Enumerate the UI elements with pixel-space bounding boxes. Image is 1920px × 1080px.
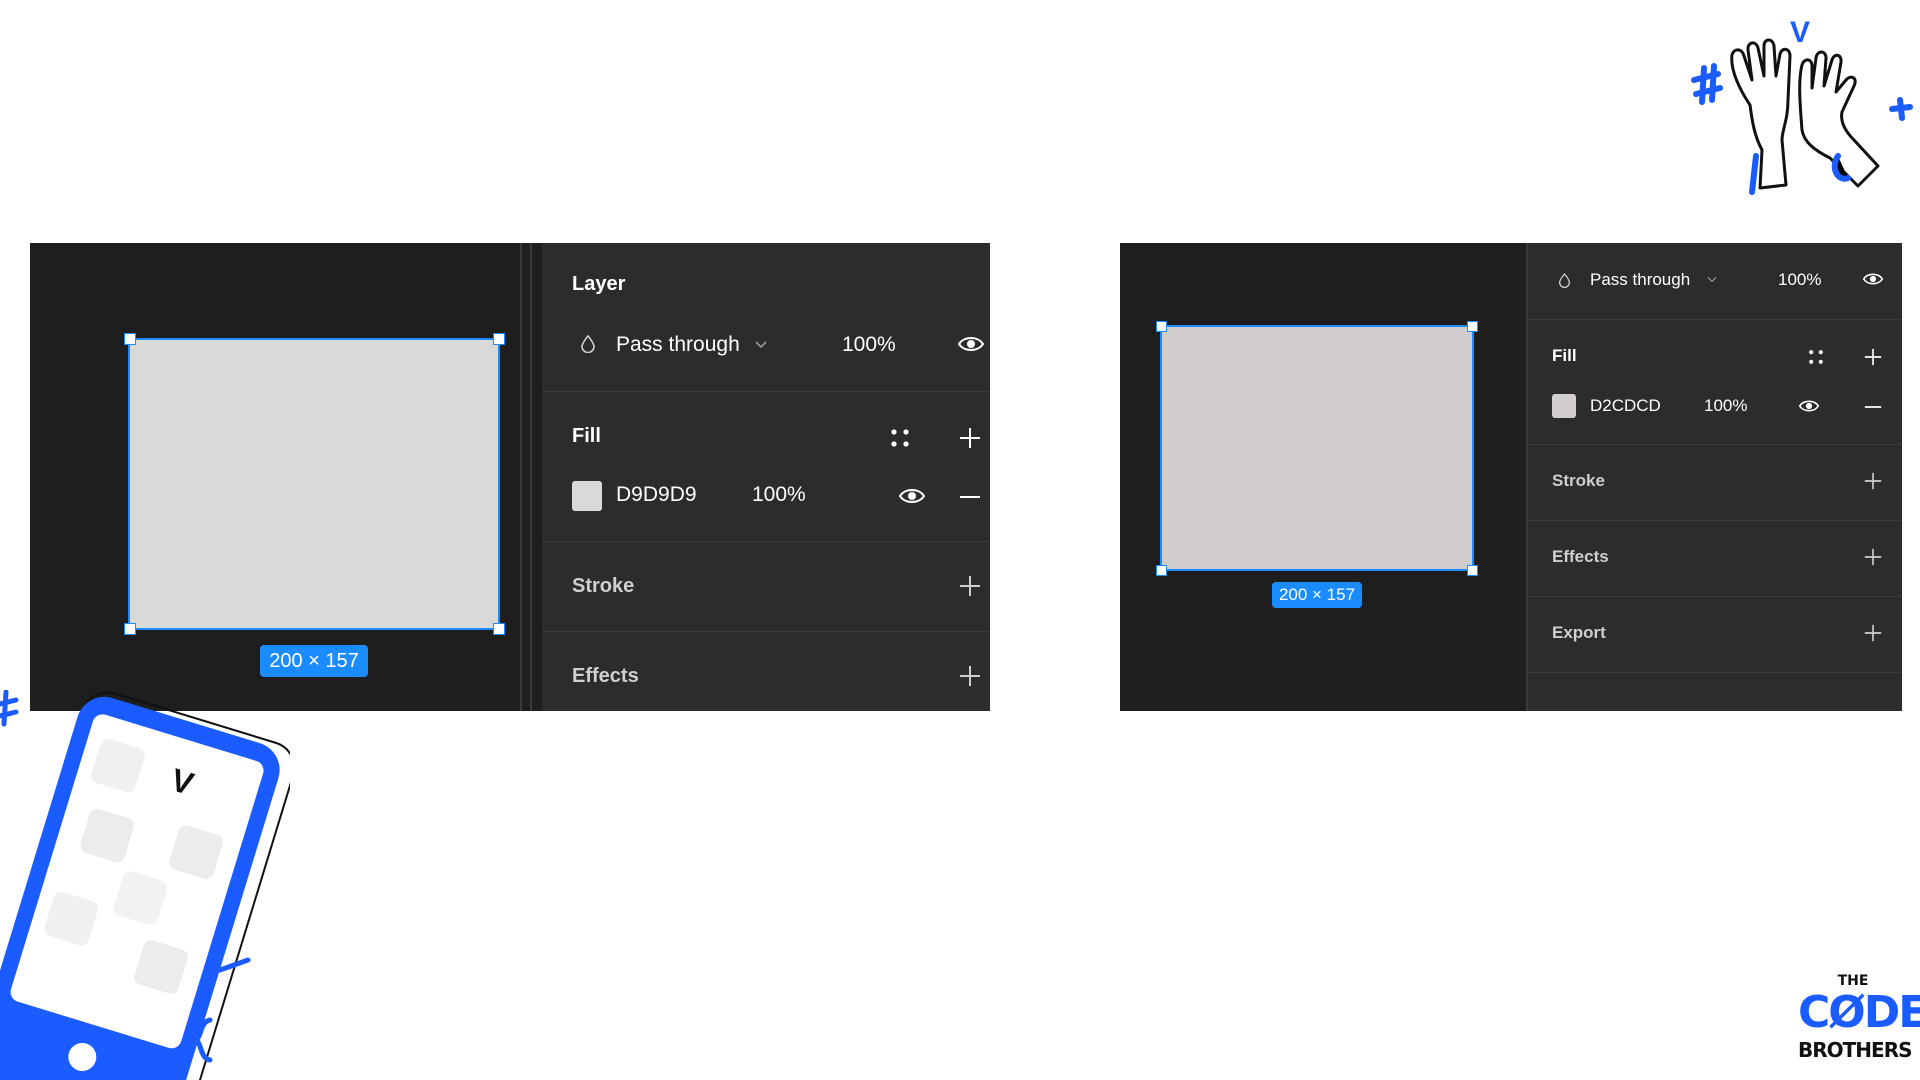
stroke-section-title: Stroke xyxy=(572,575,635,597)
export-section-title: Export xyxy=(1552,623,1606,642)
hands-check-glyph: V xyxy=(1790,16,1810,49)
blend-mode-select[interactable]: Pass through xyxy=(1590,270,1690,290)
section-divider xyxy=(1528,672,1902,673)
add-effect-icon[interactable] xyxy=(1864,548,1882,566)
layer-opacity-input[interactable]: 100% xyxy=(1778,270,1821,290)
panel-separator xyxy=(530,243,532,711)
left-canvas[interactable]: 200 × 157 xyxy=(30,243,520,711)
fill-section-title: Fill xyxy=(572,425,601,447)
section-divider xyxy=(542,391,990,392)
blend-mode-drop-icon xyxy=(1558,273,1571,288)
logo-line-brothers: BROTHERS xyxy=(1798,1038,1913,1062)
fill-hex-input[interactable]: D9D9D9 xyxy=(616,483,697,507)
fill-opacity-input[interactable]: 100% xyxy=(1704,396,1747,416)
eye-icon[interactable] xyxy=(898,487,926,505)
remove-fill-icon[interactable] xyxy=(1864,405,1882,409)
chevron-down-icon[interactable] xyxy=(1706,275,1718,283)
blend-mode-drop-icon xyxy=(580,335,596,353)
styles-grid-icon[interactable] xyxy=(1808,349,1824,365)
add-fill-icon[interactable] xyxy=(959,427,981,449)
eye-icon[interactable] xyxy=(1862,272,1884,286)
logo-line-code: CØDE xyxy=(1798,987,1920,1038)
code-brothers-logo: THE CØDE BROTHERS xyxy=(1798,973,1920,1070)
section-divider xyxy=(1528,444,1902,445)
resize-handle-top-left[interactable] xyxy=(1156,321,1167,332)
right-properties-sidebar: Pass through 100% Fill D2CDCD 100% Strok… xyxy=(1526,243,1902,711)
resize-handle-top-right[interactable] xyxy=(493,333,505,345)
dimension-badge: 200 × 157 xyxy=(1272,582,1362,608)
resize-handle-bottom-left[interactable] xyxy=(1156,565,1167,576)
section-divider xyxy=(542,541,990,542)
section-divider xyxy=(1528,319,1902,320)
right-editor-panel: 200 × 157 Pass through 100% Fill D2CDCD … xyxy=(1120,243,1902,711)
logo-line-the: THE xyxy=(1837,973,1869,989)
add-stroke-icon[interactable] xyxy=(1864,472,1882,490)
add-export-icon[interactable] xyxy=(1864,624,1882,642)
add-effect-icon[interactable] xyxy=(959,665,981,687)
stroke-section-title: Stroke xyxy=(1552,471,1605,490)
fill-color-swatch[interactable] xyxy=(572,481,602,511)
eye-icon[interactable] xyxy=(1798,399,1820,413)
dimension-badge: 200 × 157 xyxy=(260,645,368,677)
resize-handle-top-left[interactable] xyxy=(124,333,136,345)
resize-handle-bottom-right[interactable] xyxy=(1467,565,1478,576)
add-fill-icon[interactable] xyxy=(1864,348,1882,366)
right-canvas[interactable]: 200 × 157 xyxy=(1120,243,1526,711)
fill-hex-input[interactable]: D2CDCD xyxy=(1590,396,1661,416)
styles-grid-icon[interactable] xyxy=(890,428,910,448)
section-divider xyxy=(542,631,990,632)
effects-section-title: Effects xyxy=(1552,547,1609,566)
blend-mode-select[interactable]: Pass through xyxy=(616,333,740,357)
fill-opacity-input[interactable]: 100% xyxy=(752,483,806,507)
layer-section-title: Layer xyxy=(572,273,626,295)
chevron-down-icon[interactable] xyxy=(754,339,768,349)
eye-icon[interactable] xyxy=(957,335,985,353)
section-divider xyxy=(1528,520,1902,521)
remove-fill-icon[interactable] xyxy=(959,495,981,499)
panel-separator xyxy=(520,243,522,711)
left-properties-sidebar: Layer Pass through 100% Fill D9D9D9 100% xyxy=(542,243,990,711)
resize-handle-top-right[interactable] xyxy=(1467,321,1478,332)
layer-opacity-input[interactable]: 100% xyxy=(842,333,896,357)
phone-illustration: V xyxy=(0,690,290,1080)
fill-section-title: Fill xyxy=(1552,346,1577,365)
high-five-hands-illustration: V xyxy=(1690,10,1920,200)
add-stroke-icon[interactable] xyxy=(959,575,981,597)
left-selected-rectangle[interactable] xyxy=(128,338,500,630)
effects-section-title: Effects xyxy=(572,665,639,687)
resize-handle-bottom-right[interactable] xyxy=(493,623,505,635)
right-selected-rectangle[interactable] xyxy=(1160,325,1474,571)
fill-color-swatch[interactable] xyxy=(1552,394,1576,418)
section-divider xyxy=(1528,596,1902,597)
resize-handle-bottom-left[interactable] xyxy=(124,623,136,635)
left-editor-panel: 200 × 157 Layer Pass through 100% Fill D… xyxy=(30,243,990,711)
